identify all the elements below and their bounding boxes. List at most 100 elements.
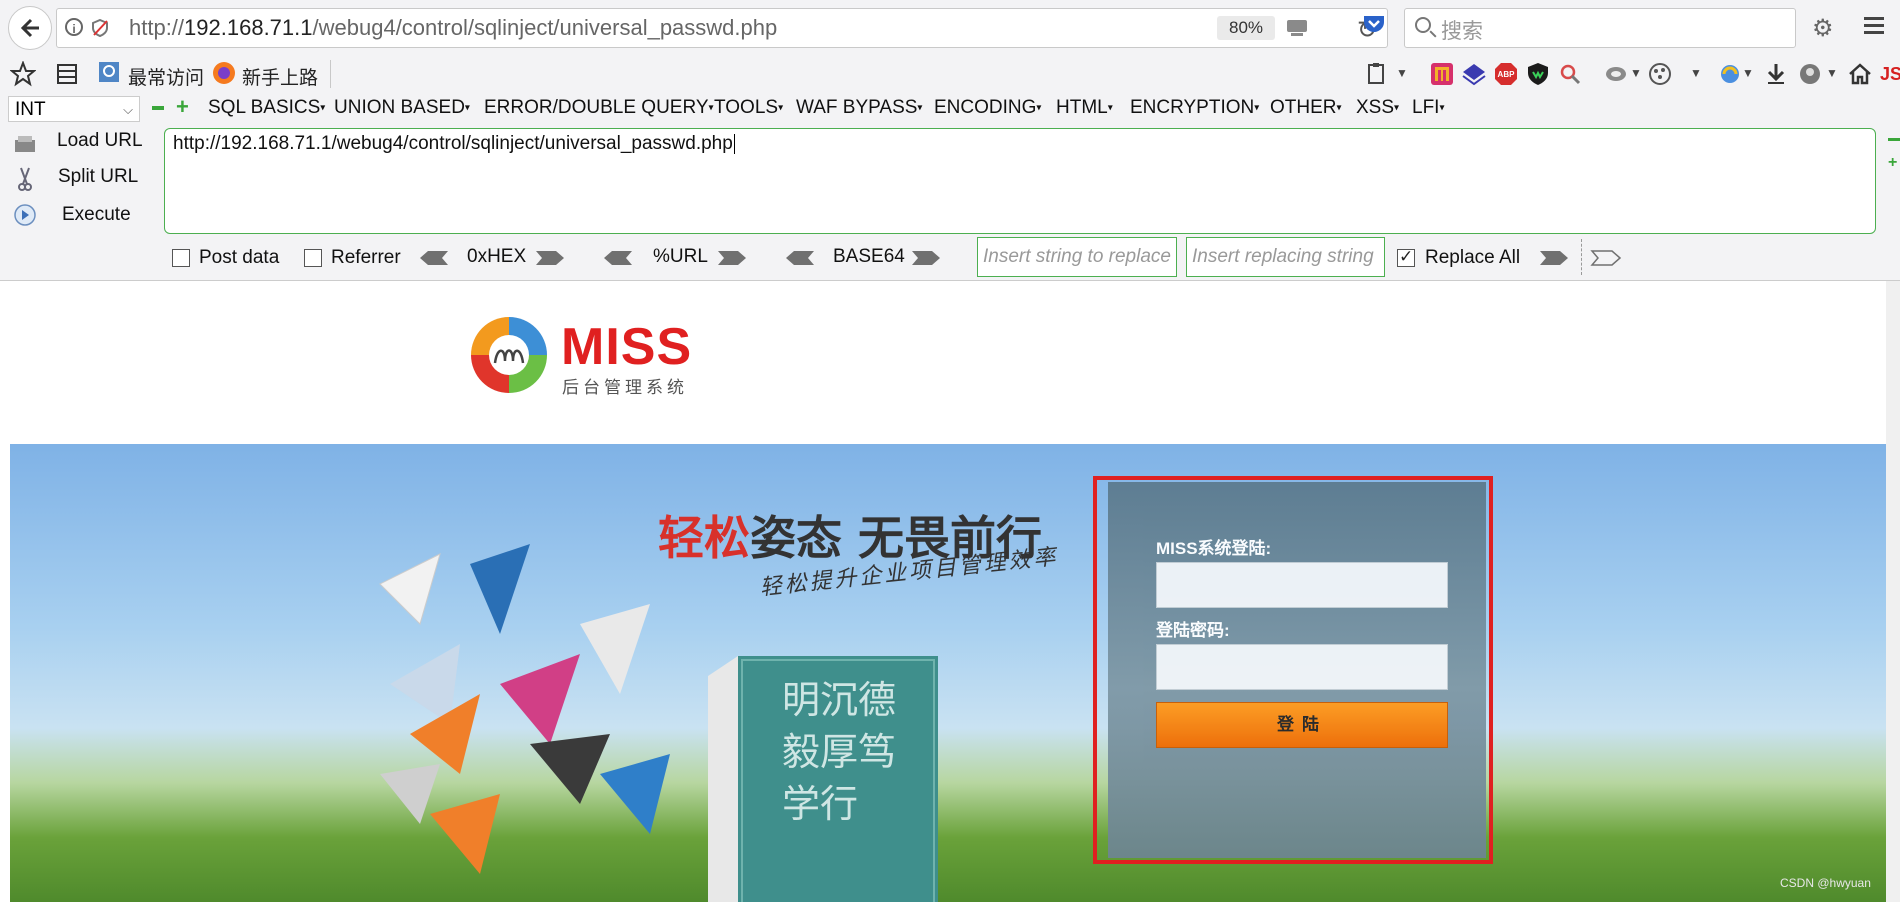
bookmark-star-icon[interactable] [9,60,37,87]
replace-all-arrow-icon[interactable] [1590,250,1622,266]
hackbar-panel: INT ⌵ + SQL BASICS▾ UNION BASED▾ ERROR/D… [0,94,1900,281]
dropdown-caret-icon[interactable]: ▼ [1742,66,1754,80]
menu-encoding[interactable]: ENCODING▾ [934,97,1041,119]
url-text[interactable]: http://192.168.71.1/webug4/control/sqlin… [129,15,777,41]
replace-all-label: Replace All [1425,247,1521,268]
dropdown-caret-icon: ▾ [1036,102,1042,114]
layers-extension-icon[interactable] [1462,62,1486,86]
menu-other[interactable]: OTHER▾ [1270,97,1342,119]
menu-label: LFI [1412,97,1440,118]
search-bar[interactable]: 搜索 [1404,8,1796,48]
minus-icon[interactable] [152,106,164,110]
username-label: MISS系统登陆: [1156,539,1272,558]
origami-birds-illustration [379,544,670,874]
post-data-checkbox[interactable] [172,249,190,267]
logo-title: MISS [561,318,693,376]
menu-tools[interactable]: TOOLS▾ [714,97,783,119]
account-extension-icon[interactable] [1798,62,1822,86]
book-text: 明沉德毅厚笃学行 [782,678,897,826]
page-actions-icon[interactable] [1285,17,1311,39]
bookmark-most-visited[interactable]: 最常访问 [128,63,204,90]
info-icon[interactable]: i [65,18,83,36]
split-url-button[interactable]: Split URL [58,166,138,188]
dropdown-caret-icon: ▾ [320,102,326,114]
watermark-text: CSDN @hwyuan [1780,876,1871,890]
pocket-icon[interactable] [1362,12,1386,34]
hex-encode-arrow-icon[interactable] [534,250,566,266]
firefox-icon[interactable] [212,61,238,87]
hamburger-menu-icon[interactable] [1862,14,1886,36]
dropdown-caret-icon: ▾ [464,102,470,114]
svg-text:ABP: ABP [1498,70,1516,79]
url-host: 192.168.71.1 [184,15,313,40]
pi-extension-icon[interactable] [1430,62,1454,86]
password-input[interactable] [1156,644,1448,690]
network-extension-icon[interactable] [1604,62,1628,86]
replacing-string-input[interactable]: Insert replacing string [1186,237,1385,277]
google-translate-icon[interactable] [1718,62,1742,86]
logo-subtitle: 后台管理系统 [562,378,688,397]
zoom-level[interactable]: 80% [1217,16,1275,40]
url-encode-arrow-icon[interactable] [716,250,748,266]
bookmark-getting-started[interactable]: 新手上路 [242,63,318,90]
menu-label: UNION BASED [334,97,465,118]
replace-arrow-icon[interactable] [1538,250,1570,266]
execute-button[interactable]: Execute [62,204,131,226]
username-input[interactable] [1156,562,1448,608]
url-bar[interactable]: i http://192.168.71.1/webug4/control/sql… [56,8,1388,48]
menu-union-based[interactable]: UNION BASED▾ [334,97,470,119]
menu-lfi[interactable]: LFI▾ [1412,97,1444,119]
minus-icon[interactable] [1888,138,1900,141]
magnifier-extension-icon[interactable] [1558,62,1582,86]
bookmarks-library-icon[interactable] [54,61,80,87]
load-url-button[interactable]: Load URL [57,130,143,152]
url-decode-arrow-icon[interactable] [602,250,634,266]
menu-label: TOOLS [714,97,779,118]
menu-waf-bypass[interactable]: WAF BYPASS▾ [796,97,922,119]
cookie-extension-icon[interactable] [1648,62,1672,86]
scrollbar[interactable] [1886,281,1900,902]
dropdown-caret-icon[interactable]: ▼ [1690,66,1702,80]
plus-icon[interactable]: + [1888,154,1897,172]
menu-html[interactable]: HTML▾ [1056,97,1113,119]
gear-icon[interactable]: ⚙ [1812,14,1834,43]
menu-sql-basics[interactable]: SQL BASICS▾ [208,97,325,119]
adblock-plus-icon[interactable]: ABP [1494,62,1518,86]
dropdown-caret-icon[interactable]: ▼ [1396,66,1408,80]
dropdown-caret-icon[interactable]: ▼ [1826,66,1838,80]
search-placeholder: 搜索 [1441,20,1483,43]
login-button[interactable]: 登陆 [1156,702,1448,748]
back-button[interactable] [8,6,52,50]
menu-encryption[interactable]: ENCRYPTION▾ [1130,97,1259,119]
tracking-shield-icon[interactable] [91,19,109,37]
clipboard-icon[interactable] [1364,62,1388,86]
dropdown-caret-icon: ▾ [778,102,784,114]
url-prefix: http:// [129,15,185,40]
hex-decode-arrow-icon[interactable] [418,250,450,266]
menu-label: XSS [1356,97,1395,118]
base64-encode-arrow-icon[interactable] [910,250,942,266]
dropdown-caret-icon[interactable]: ▼ [1630,66,1642,80]
download-arrow-icon[interactable] [1764,62,1788,86]
base64-decode-arrow-icon[interactable] [784,250,816,266]
most-visited-icon[interactable] [98,61,124,87]
load-url-icon[interactable] [12,132,38,158]
plus-icon[interactable]: + [176,94,189,120]
menu-error-double-query[interactable]: ERROR/DOUBLE QUERY▾ [484,97,714,119]
scissors-icon[interactable] [12,166,38,192]
menu-xss[interactable]: XSS▾ [1356,97,1399,119]
js-extension-icon[interactable]: JS [1880,64,1900,85]
password-label: 登陆密码: [1156,621,1230,640]
referrer-checkbox[interactable] [304,249,322,267]
execute-icon[interactable] [12,202,38,228]
replace-string-input[interactable]: Insert string to replace [977,237,1177,277]
url-textarea[interactable]: http://192.168.71.1/webug4/control/sqlin… [164,128,1876,234]
home-icon[interactable] [1848,62,1872,86]
navigation-bar: i http://192.168.71.1/webug4/control/sql… [0,0,1900,55]
login-panel: MISS系统登陆: 登陆密码: 登陆 [1108,482,1486,858]
injection-type-select[interactable]: INT ⌵ [8,96,140,122]
dropdown-caret-icon: ▾ [1254,102,1260,114]
shield-extension-icon[interactable] [1526,62,1550,86]
replace-all-checkbox[interactable] [1397,247,1415,267]
hex-label: 0xHEX [467,246,527,267]
